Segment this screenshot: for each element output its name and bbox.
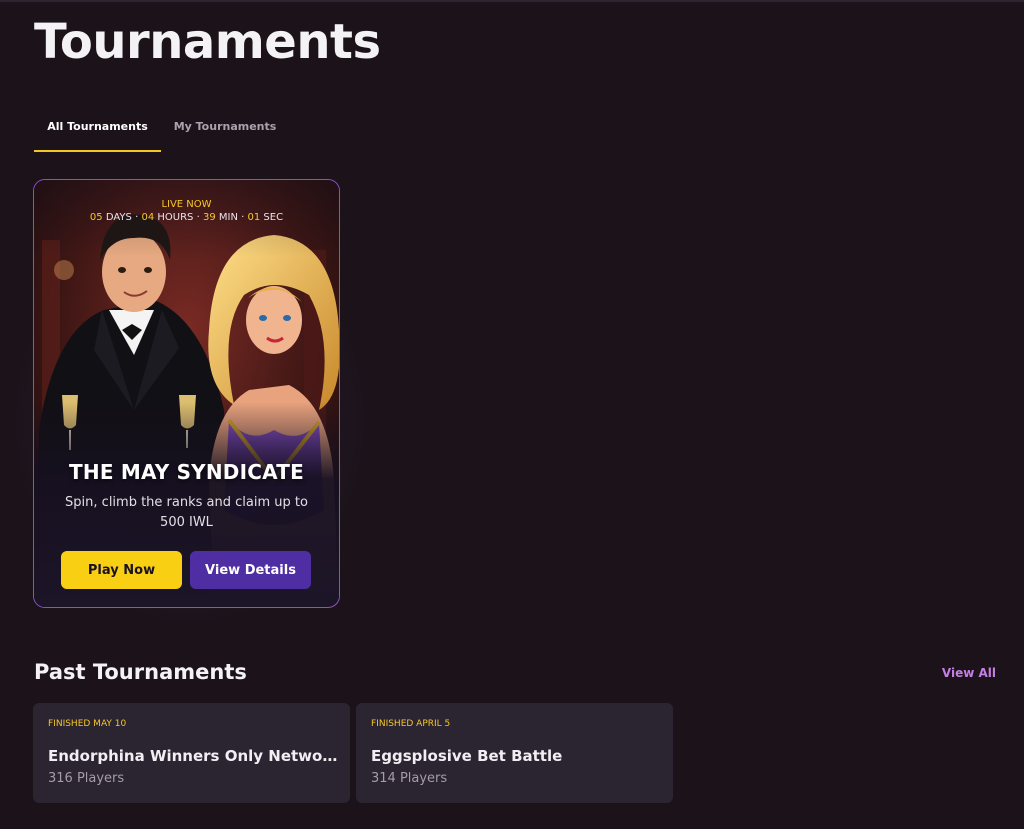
artwork-shade	[34, 180, 339, 607]
past-tournament-name: Endorphina Winners Only Networ...	[48, 747, 338, 765]
play-now-button[interactable]: Play Now	[61, 551, 182, 589]
countdown-separator: ·	[135, 212, 139, 223]
countdown-separator: ·	[196, 212, 200, 223]
countdown-days: 05	[89, 212, 103, 223]
view-all-link[interactable]: View All	[942, 666, 996, 680]
past-tournament-card[interactable]: FINISHED MAY 10 Endorphina Winners Only …	[33, 703, 350, 803]
countdown-timer: 05 DAYS · 04 HOURS · 39 MIN · 01 SEC	[34, 212, 339, 223]
countdown-hours: 04	[141, 212, 155, 223]
tab-my-tournaments[interactable]: My Tournaments	[161, 112, 289, 152]
countdown-hours-label: HOURS	[157, 212, 194, 223]
featured-tournament-card: LIVE NOW 05 DAYS · 04 HOURS · 39 MIN · 0…	[33, 179, 340, 608]
top-divider	[0, 0, 1024, 2]
countdown-minutes-label: MIN	[218, 212, 238, 223]
past-tournament-players: 316 Players	[48, 771, 125, 786]
live-status: LIVE NOW	[161, 199, 212, 210]
past-tournaments-heading: Past Tournaments	[34, 660, 247, 684]
countdown-days-label: DAYS	[105, 212, 132, 223]
tournament-tabs: All Tournaments My Tournaments	[34, 112, 289, 152]
view-details-button[interactable]: View Details	[190, 551, 311, 589]
past-tournament-name: Eggsplosive Bet Battle	[371, 747, 563, 765]
past-tournament-card[interactable]: FINISHED APRIL 5 Eggsplosive Bet Battle …	[356, 703, 673, 803]
past-tournament-players: 314 Players	[371, 771, 448, 786]
countdown-seconds-label: SEC	[263, 212, 284, 223]
countdown-separator: ·	[241, 212, 245, 223]
tab-all-tournaments[interactable]: All Tournaments	[34, 112, 161, 152]
past-tournament-status: FINISHED MAY 10	[48, 719, 127, 729]
tournament-title: THE MAY SYNDICATE	[69, 460, 304, 484]
countdown-seconds: 01	[247, 212, 261, 223]
tournament-description: Spin, climb the ranks and claim up to 50…	[65, 495, 308, 530]
page-title: Tournaments	[34, 14, 381, 70]
countdown-minutes: 39	[202, 212, 216, 223]
past-tournament-status: FINISHED APRIL 5	[371, 719, 451, 729]
tournaments-page: Tournaments All Tournaments My Tournamen…	[0, 0, 1024, 829]
